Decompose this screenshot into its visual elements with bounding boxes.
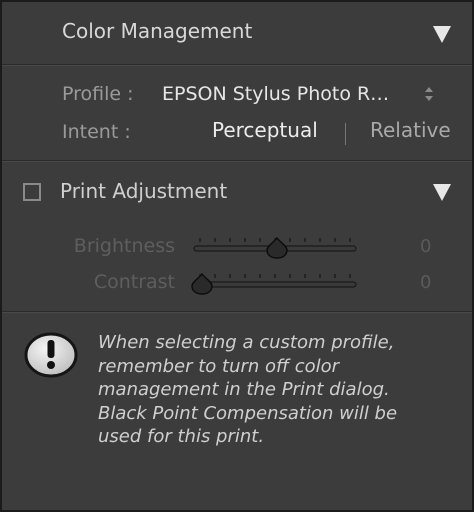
brightness-label: Brightness	[73, 235, 175, 257]
intent-perceptual-option[interactable]: Perceptual	[212, 118, 318, 142]
print-adjustment-checkbox[interactable]	[23, 183, 41, 201]
contrast-label: Contrast	[93, 271, 175, 293]
contrast-slider[interactable]	[191, 270, 362, 296]
brightness-value: 0	[420, 236, 432, 257]
divider	[2, 64, 472, 66]
intent-relative-option[interactable]: Relative	[370, 118, 451, 142]
profile-label: Profile :	[62, 83, 134, 105]
profile-stepper-icon[interactable]	[423, 84, 435, 104]
profile-select[interactable]: EPSON Stylus Photo R…	[162, 83, 389, 105]
collapse-print-adjustment-icon[interactable]	[433, 184, 451, 201]
contrast-value: 0	[420, 272, 432, 293]
color-management-title: Color Management	[62, 19, 253, 43]
divider	[2, 311, 472, 313]
slider-thumb	[191, 272, 213, 295]
slider-ticks	[199, 274, 351, 278]
slider-thumb	[266, 236, 288, 259]
divider	[2, 160, 472, 162]
collapse-color-management-icon[interactable]	[433, 26, 451, 43]
intent-label: Intent :	[62, 121, 131, 143]
intent-separator	[345, 123, 346, 145]
print-settings-panel: Color Management Profile : EPSON Stylus …	[0, 0, 474, 512]
slider-track	[193, 281, 357, 288]
brightness-slider[interactable]	[192, 234, 362, 260]
print-adjustment-title: Print Adjustment	[60, 179, 228, 203]
exclamation-icon	[24, 328, 78, 382]
warning-note: When selecting a custom profile, remembe…	[98, 332, 398, 448]
